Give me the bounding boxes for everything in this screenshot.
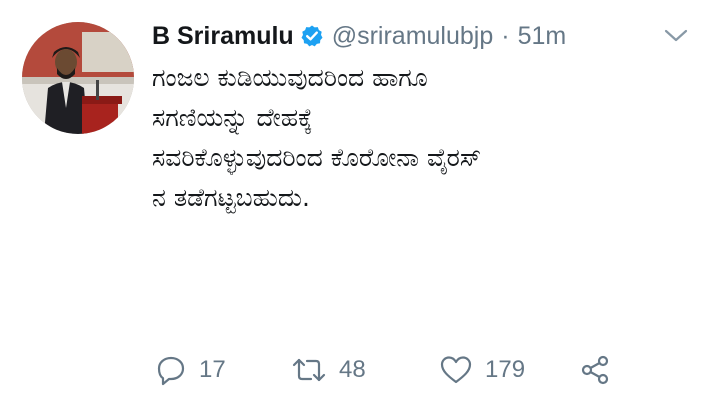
reply-icon	[155, 354, 187, 386]
tweet-text-line: ಗಂಜಲ ಕುಡಿಯುವುದರಿಂದ ಹಾಗೂ	[152, 63, 428, 92]
heart-icon	[439, 354, 473, 386]
separator-dot: ·	[501, 21, 510, 50]
verified-badge-icon	[300, 24, 324, 48]
share-icon	[579, 354, 611, 386]
user-handle[interactable]: @sriramulubjp	[332, 22, 494, 51]
retweet-button[interactable]: 48	[291, 350, 366, 390]
share-button[interactable]	[579, 350, 611, 390]
tweet-text-line: ನ ತಡೆಗಟ್ಟಬಹುದು.	[152, 183, 310, 212]
retweet-count: 48	[339, 356, 366, 383]
avatar-photo	[22, 22, 134, 134]
tweet-text-line: ಸವರಿಕೊಳ್ಳುವುದರಿಂದ ಕೊರೋನಾ ವೈರಸ್	[152, 143, 482, 172]
like-count: 179	[485, 356, 526, 383]
tweet-timestamp[interactable]: 51m	[518, 22, 567, 51]
display-name[interactable]: B Sriramulu	[152, 22, 294, 51]
tweet-text-line: ಸಗಣಿಯನ್ನು ದೇಹಕ್ಕೆ	[152, 103, 313, 132]
tweet-header: B Sriramulu @sriramulubjp · 51m	[152, 18, 566, 54]
tweet-text: ಗಂಜಲ ಕುಡಿಯುವುದರಿಂದ ಹಾಗೂ ಸಗಣಿಯನ್ನು ದೇಹಕ್ಕ…	[152, 58, 672, 218]
chevron-down-icon[interactable]	[662, 26, 690, 46]
tweet-card[interactable]: B Sriramulu @sriramulubjp · 51m ಗಂಜಲ ಕುಡ…	[0, 0, 720, 400]
reply-count: 17	[199, 356, 226, 383]
reply-button[interactable]: 17	[155, 350, 226, 390]
avatar[interactable]	[22, 22, 134, 134]
like-button[interactable]: 179	[439, 350, 525, 390]
retweet-icon	[291, 354, 327, 386]
